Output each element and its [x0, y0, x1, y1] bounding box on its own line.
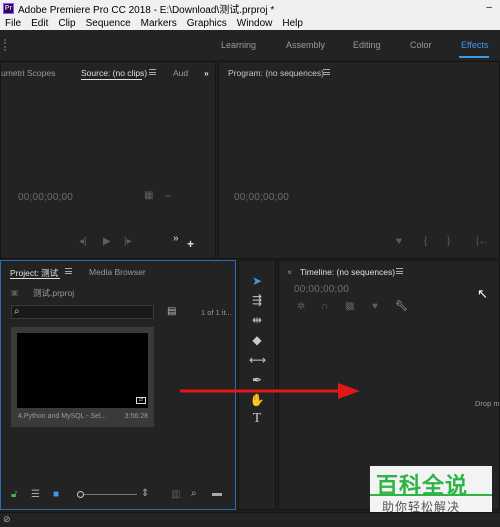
- workspace-bar: Learning Assembly Editing Color Effects: [0, 30, 500, 60]
- zoom-slider-handle[interactable]: [77, 491, 84, 498]
- ripple-edit-tool-icon[interactable]: ⇹: [249, 312, 265, 328]
- search-input[interactable]: ⌕: [11, 305, 154, 319]
- project-file-name: 测试.prproj: [33, 288, 75, 298]
- menu-bar: File Edit Clip Sequence Markers Graphics…: [0, 16, 500, 30]
- menu-graphics[interactable]: Graphics: [182, 18, 232, 29]
- new-bin-icon[interactable]: ▤: [167, 306, 176, 317]
- timeline-panel-header: × Timeline: (no sequences): [279, 261, 499, 279]
- list-view-icon[interactable]: ☰: [31, 489, 40, 500]
- lock-icon[interactable]: 🔓︎: [11, 489, 17, 500]
- menu-edit[interactable]: Edit: [26, 18, 53, 29]
- snap-icon[interactable]: ∩: [321, 301, 328, 312]
- new-bin-icon[interactable]: ▬: [212, 488, 222, 499]
- tab-source[interactable]: Source: (no clips): [81, 68, 147, 78]
- settings-icon[interactable]: ⇔: [163, 190, 173, 201]
- grip-handle-icon[interactable]: [4, 39, 6, 51]
- menu-clip[interactable]: Clip: [53, 18, 80, 29]
- premiere-app-icon: Pr: [3, 2, 14, 14]
- tab-timeline[interactable]: Timeline: (no sequences): [300, 267, 395, 277]
- go-to-in-icon[interactable]: |←: [476, 236, 489, 247]
- annotation-arrow: [180, 383, 360, 399]
- panel-menu-icon[interactable]: [65, 268, 72, 274]
- tab-lumetri-scopes[interactable]: umetri Scopes: [1, 68, 55, 78]
- panel-menu-icon[interactable]: [323, 69, 330, 75]
- search-icon: ⌕: [14, 306, 20, 317]
- type-tool-icon[interactable]: T: [249, 411, 265, 427]
- menu-help[interactable]: Help: [277, 18, 308, 29]
- icon-view-icon[interactable]: ■: [53, 489, 59, 500]
- active-workspace-indicator: [459, 56, 489, 58]
- tab-audio-clip-mixer[interactable]: Aud: [173, 68, 188, 78]
- clip-duration: 3:56:28: [124, 413, 148, 420]
- source-panel-header: umetri Scopes Source: (no clips) Aud »: [1, 62, 215, 80]
- more-tabs-icon[interactable]: »: [204, 68, 209, 78]
- menu-window[interactable]: Window: [232, 18, 278, 29]
- clip-thumbnail-tile[interactable]: ⇄ 4.Python and MySQL - Sel... 3:56:28: [11, 327, 154, 427]
- tab-program[interactable]: Program: (no sequences): [228, 68, 324, 78]
- zoom-slider[interactable]: [77, 491, 137, 498]
- clip-name: 4.Python and MySQL - Sel...: [18, 413, 107, 420]
- status-indicator-icon: ⊘: [3, 514, 11, 524]
- automate-to-sequence-icon[interactable]: ▥: [171, 489, 180, 500]
- status-bar: ⊘: [0, 512, 500, 527]
- mouse-cursor-icon: ↖: [477, 286, 488, 301]
- panel-menu-icon[interactable]: [396, 268, 403, 274]
- export-frame-icon[interactable]: ▦: [144, 190, 153, 201]
- find-icon[interactable]: ⌕: [191, 488, 197, 499]
- step-forward-icon[interactable]: |▸: [124, 236, 132, 247]
- panel-menu-icon[interactable]: [149, 69, 156, 75]
- watermark-divider: [370, 494, 492, 496]
- tab-media-browser[interactable]: Media Browser: [89, 267, 146, 277]
- selection-tool-icon[interactable]: ➤: [249, 273, 265, 289]
- window-title: Adobe Premiere Pro CC 2018 - E:\Download…: [18, 4, 275, 16]
- add-button-icon[interactable]: +: [187, 237, 194, 251]
- active-tab-underline: [81, 79, 142, 80]
- play-icon[interactable]: ▶: [103, 236, 111, 247]
- track-select-tool-icon[interactable]: ⇶: [249, 292, 265, 308]
- workspace-tab-learning[interactable]: Learning: [221, 40, 256, 50]
- title-bar: Pr Adobe Premiere Pro CC 2018 - E:\Downl…: [0, 0, 500, 16]
- marker-icon[interactable]: ♥: [396, 236, 402, 247]
- razor-tool-icon[interactable]: ◆: [249, 332, 265, 348]
- slip-tool-icon[interactable]: ⟷: [249, 352, 266, 368]
- workspace-tab-color[interactable]: Color: [410, 40, 432, 50]
- wrench-icon[interactable]: 🔧︎: [395, 301, 408, 312]
- workspace-tab-assembly[interactable]: Assembly: [286, 40, 325, 50]
- bin-icon: ▣: [11, 288, 19, 297]
- program-monitor-panel: Program: (no sequences) 00;00;00;00 ♥ { …: [218, 61, 500, 259]
- mark-in-icon[interactable]: {: [424, 236, 427, 247]
- active-tab-underline: [10, 278, 60, 279]
- annotation-arrow-head: [338, 383, 360, 399]
- add-marker-icon[interactable]: ♥: [372, 301, 378, 312]
- close-tab-icon[interactable]: ×: [287, 267, 292, 277]
- video-clip-icon: ⇄: [136, 397, 146, 404]
- menu-file[interactable]: File: [0, 18, 26, 29]
- program-timecode[interactable]: 00;00;00;00: [234, 192, 289, 203]
- step-back-icon[interactable]: ◂|: [79, 236, 87, 247]
- program-panel-header: Program: (no sequences): [219, 62, 499, 80]
- project-panel-header: Project: 测试 Media Browser: [1, 261, 235, 279]
- linked-selection-icon[interactable]: ▩: [345, 301, 354, 312]
- mark-out-icon[interactable]: }: [447, 236, 450, 247]
- timeline-timecode[interactable]: 00;00;00;00: [294, 284, 349, 295]
- menu-sequence[interactable]: Sequence: [81, 18, 136, 29]
- item-count: 1 of 1 it...: [201, 308, 232, 317]
- source-monitor-panel: umetri Scopes Source: (no clips) Aud » 0…: [0, 61, 216, 259]
- source-timecode[interactable]: 00;00;00;00: [18, 192, 73, 203]
- watermark: 百科全说 助你轻松解决: [370, 466, 492, 518]
- clip-thumbnail[interactable]: [17, 333, 148, 408]
- insert-sequence-icon[interactable]: ✲: [297, 301, 305, 312]
- minimize-button[interactable]: –: [486, 2, 492, 13]
- more-controls-icon[interactable]: »: [173, 233, 179, 244]
- workspace-tab-editing[interactable]: Editing: [353, 40, 381, 50]
- sort-icon[interactable]: ⇕: [141, 488, 149, 499]
- drop-media-hint: Drop m: [475, 399, 500, 408]
- menu-markers[interactable]: Markers: [136, 18, 182, 29]
- workspace-tab-effects[interactable]: Effects: [461, 40, 488, 50]
